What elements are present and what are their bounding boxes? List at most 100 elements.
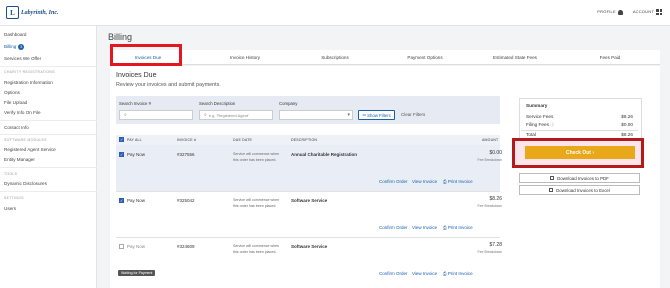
description: Annual Charitable Registration: [291, 152, 358, 157]
sidebar-item-verify-info[interactable]: Verify Info On File: [4, 110, 41, 115]
tab-subscriptions[interactable]: Subscriptions: [290, 50, 380, 65]
logo-mark: L: [6, 6, 19, 19]
col-invoice[interactable]: INVOICE #: [177, 138, 196, 142]
filing-fees-label: Filing Fees ⓘ: [526, 122, 554, 128]
search-invoice-label: Search Invoice #: [119, 101, 152, 106]
company-select[interactable]: [279, 110, 353, 120]
amount: $8.26: [489, 196, 502, 202]
page-title: Billing: [108, 32, 133, 42]
filing-fees-text: Filing Fees: [526, 122, 549, 127]
sidebar-item-services[interactable]: Services We Offer: [4, 56, 41, 61]
sidebar: Dashboard Billing 3 Services We Offer CHA…: [0, 26, 97, 288]
company-label: Company: [279, 101, 298, 106]
due-date: Service will commence when this order ha…: [233, 152, 280, 162]
fee-breakdown-link[interactable]: Fee Breakdown: [442, 204, 502, 208]
col-pay-all: PAY ALL: [127, 138, 142, 142]
sidebar-item-users[interactable]: Users: [4, 206, 16, 211]
fee-breakdown-link[interactable]: Fee Breakdown: [442, 158, 502, 162]
pay-now-checkbox[interactable]: [119, 198, 124, 203]
total-value: $8.26: [621, 132, 633, 137]
sidebar-divider: [0, 120, 97, 121]
info-icon[interactable]: ⓘ: [550, 122, 554, 127]
show-filters-button[interactable]: ⚌ Show Filters: [358, 110, 395, 120]
search-invoice-input[interactable]: ⌕: [119, 110, 193, 120]
download-excel-label: Download Invoices to Excel: [556, 187, 610, 193]
sidebar-divider: [0, 191, 97, 192]
sidebar-item-options[interactable]: Options: [4, 90, 20, 95]
pay-now-label: Pay Now: [127, 198, 146, 203]
confirm-order-link[interactable]: Confirm Order: [379, 225, 408, 230]
sidebar-item-registered-agent[interactable]: Registered Agent Service: [4, 147, 56, 152]
print-invoice-label: Print Invoice: [447, 179, 473, 184]
top-bar: L Labyrinth, Inc. PROFILE ACCOUNT: [0, 0, 670, 26]
sidebar-divider: [0, 66, 97, 67]
sidebar-item-billing[interactable]: Billing 3: [4, 44, 25, 50]
top-nav: PROFILE ACCOUNT: [597, 9, 662, 15]
service-fees-value: $8.26: [621, 114, 633, 119]
sidebar-item-registration-info[interactable]: Registration Information: [4, 80, 53, 85]
tab-fees-paid[interactable]: Fees Paid: [560, 50, 660, 65]
amount: $0.00: [489, 150, 502, 156]
pay-now-checkbox[interactable]: [119, 152, 124, 157]
due-date: Service will commence when this order ha…: [233, 244, 280, 254]
confirm-order-link[interactable]: Confirm Order: [379, 271, 408, 276]
download-pdf-button[interactable]: Download Invoices to PDF: [519, 173, 640, 183]
sidebar-item-file-upload[interactable]: File Upload: [4, 100, 27, 105]
spreadsheet-icon: [549, 188, 554, 192]
profile-link[interactable]: PROFILE: [597, 9, 623, 15]
sidebar-heading-charity: CHARITY REGISTRATIONS: [4, 70, 55, 74]
checkout-label: Check Out: [565, 149, 591, 156]
sidebar-item-dynamic-disclosures[interactable]: Dynamic Disclosures: [4, 181, 47, 186]
row-divider: [116, 237, 500, 238]
invoice-number: #324609: [177, 244, 195, 249]
due-date: Service will commence when this order ha…: [233, 198, 280, 208]
invoice-number: #327556: [177, 152, 195, 157]
print-icon: ⎙: [443, 179, 447, 184]
col-description[interactable]: DESCRIPTION: [291, 138, 317, 142]
sidebar-item-entity-manager[interactable]: Entity Manager: [4, 157, 35, 162]
filter-icon: ⚌: [362, 112, 367, 117]
print-invoice-label: Print Invoice: [447, 271, 473, 276]
pay-all-checkbox[interactable]: [119, 137, 124, 142]
download-excel-button[interactable]: Download Invoices to Excel: [519, 185, 640, 195]
filing-fees-value: $0.00: [621, 122, 633, 127]
confirm-order-link[interactable]: Confirm Order: [379, 179, 408, 184]
sidebar-item-contact-info[interactable]: Contact Info: [4, 125, 29, 130]
sidebar-item-dashboard[interactable]: Dashboard: [4, 32, 26, 37]
search-description-input[interactable]: ⌕ e.g. 'Registered Agent': [199, 110, 273, 120]
company-logo[interactable]: L Labyrinth, Inc.: [6, 5, 66, 20]
col-amount[interactable]: AMOUNT: [482, 138, 498, 142]
sidebar-heading-tools: TOOLS: [4, 172, 18, 176]
sidebar-divider: [0, 134, 97, 135]
view-invoice-link[interactable]: View Invoice: [412, 225, 437, 230]
print-invoice-link[interactable]: ⎙ Print Invoice: [443, 225, 473, 230]
pay-now-label: Pay Now: [127, 244, 146, 249]
sidebar-heading-settings: SETTINGS: [4, 196, 24, 200]
view-invoice-link[interactable]: View Invoice: [412, 179, 437, 184]
search-icon: ⌕: [204, 112, 207, 118]
account-link[interactable]: ACCOUNT: [633, 9, 662, 15]
tab-estimated-state-fees[interactable]: Estimated State Fees: [470, 50, 560, 65]
billing-count-badge: 3: [18, 44, 25, 50]
download-pdf-label: Download Invoices to PDF: [557, 175, 609, 181]
sidebar-divider: [0, 167, 97, 168]
pay-now-checkbox[interactable]: [119, 244, 124, 249]
col-due-date[interactable]: DUE DATE: [233, 138, 252, 142]
checkout-button[interactable]: Check Out ›: [525, 146, 635, 159]
show-filters-label: Show Filters: [367, 112, 391, 118]
tab-payment-options[interactable]: Payment Options: [380, 50, 470, 65]
view-invoice-link[interactable]: View Invoice: [412, 271, 437, 276]
search-description-label: Search Description: [199, 101, 236, 106]
fee-breakdown-link[interactable]: Fee Breakdown: [442, 250, 502, 254]
service-fees-label: Service Fees: [526, 114, 554, 119]
description: Software Service: [291, 244, 328, 249]
search-description-placeholder: e.g. 'Registered Agent': [208, 112, 249, 118]
sidebar-item-label: Billing: [4, 44, 17, 50]
print-invoice-link[interactable]: ⎙ Print Invoice: [443, 271, 473, 276]
total-label: Total: [526, 132, 536, 137]
print-invoice-link[interactable]: ⎙ Print Invoice: [443, 179, 473, 184]
tab-invoice-history[interactable]: Invoice History: [200, 50, 290, 65]
search-icon: ⌕: [124, 112, 127, 118]
clear-filters-link[interactable]: Clear Filters: [401, 112, 425, 117]
logo-text: Labyrinth, Inc.: [21, 9, 59, 16]
